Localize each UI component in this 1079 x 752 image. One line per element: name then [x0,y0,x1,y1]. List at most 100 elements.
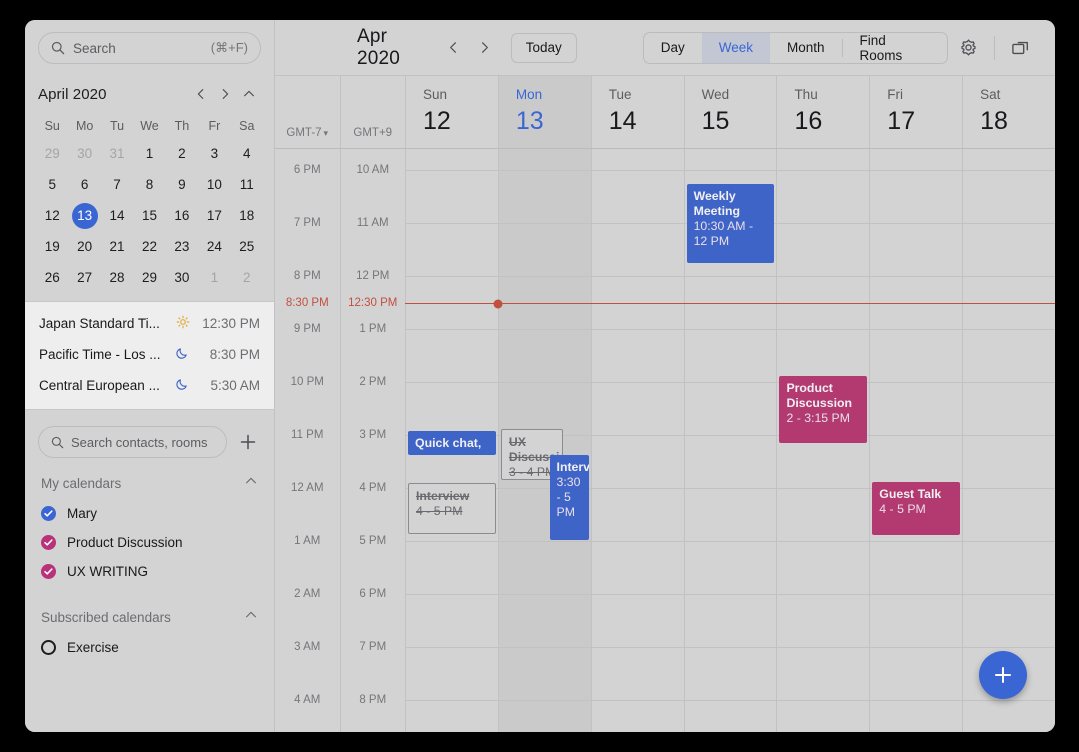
gear-icon[interactable] [948,31,988,65]
event-block[interactable]: Guest Talk 4 - 5 PM [872,482,961,535]
mini-calendar-day[interactable]: 19 [39,234,65,260]
mini-calendar-day[interactable]: 29 [39,141,65,167]
view-tab-find-rooms[interactable]: Find Rooms [843,33,947,63]
time-label-secondary: 3 PM [359,429,387,441]
hour-gridline [777,488,870,489]
view-tab-month[interactable]: Month [770,33,842,63]
day-column-thu[interactable]: Product Discussion 2 - 3:15 PM [776,149,870,732]
day-header-sat[interactable]: Sat 18 [962,76,1055,148]
today-button[interactable]: Today [510,32,577,63]
mini-calendar-day[interactable]: 26 [39,265,65,291]
day-column-fri[interactable]: Guest Talk 4 - 5 PM [869,149,963,732]
mini-calendar-day[interactable]: 20 [72,234,98,260]
mini-calendar-day[interactable]: 28 [104,265,130,291]
create-event-button[interactable] [979,651,1027,699]
timezone-row[interactable]: Japan Standard Ti... 12:30 PM [25,308,274,339]
calendar-item-mary[interactable]: Mary [25,499,274,528]
mini-calendar-day[interactable]: 10 [201,172,227,198]
mini-calendar-day[interactable]: 27 [72,265,98,291]
day-column-tue[interactable] [590,149,684,732]
mini-calendar-day[interactable]: 9 [169,172,195,198]
mini-calendar-day[interactable]: 17 [201,203,227,229]
event-block[interactable]: Weekly Meeting 10:30 AM - 12 PM [686,184,775,263]
mini-calendar-day[interactable]: 30 [169,265,195,291]
day-header-mon[interactable]: Mon 13 [497,76,591,148]
hour-gridline [406,541,498,542]
mini-calendar-day[interactable]: 22 [136,234,162,260]
mini-calendar-day[interactable]: 31 [104,141,130,167]
mini-calendar-day-selected[interactable]: 13 [71,203,98,229]
event-block[interactable]: Interview 4 - 5 PM [408,483,496,534]
day-column-sun[interactable]: Quick chat, Interview 4 - 5 PM [405,149,498,732]
view-tab-week[interactable]: Week [701,32,770,63]
calendar-checkbox-checked[interactable] [41,535,56,550]
day-column-wed[interactable]: Weekly Meeting 10:30 AM - 12 PM [683,149,777,732]
mini-calendar-day[interactable]: 18 [234,203,260,229]
mini-calendar-prev-icon[interactable] [189,82,213,106]
calendar-item-exercise[interactable]: Exercise [25,633,274,662]
gmt-left-label[interactable]: GMT-7 ▾ [275,76,340,148]
mini-calendar-day[interactable]: 21 [104,234,130,260]
add-calendar-button[interactable] [235,429,261,455]
day-header-tue[interactable]: Tue 14 [590,76,684,148]
hour-gridline [498,700,591,701]
mini-calendar-day[interactable]: 5 [39,172,65,198]
mini-calendar-next-icon[interactable] [213,82,237,106]
hour-gridline [591,435,684,436]
calendar-checkbox-checked[interactable] [41,506,56,521]
day-header-thu[interactable]: Thu 16 [776,76,869,148]
my-calendars-collapse-icon[interactable] [244,474,258,493]
mini-calendar-day[interactable]: 15 [136,203,162,229]
hour-gridline [963,276,1055,277]
calendar-checkbox-checked[interactable] [41,564,56,579]
hour-gridline [591,647,684,648]
mini-calendar-day[interactable]: 1 [136,141,162,167]
mini-calendar-day[interactable]: 24 [201,234,227,260]
day-header-date: 15 [701,107,730,135]
mini-calendar-day[interactable]: 8 [136,172,162,198]
mini-calendar-day[interactable]: 29 [136,265,162,291]
mini-calendar-day[interactable]: 11 [234,172,260,198]
prev-week-button[interactable] [439,34,467,62]
calendar-checkbox-unchecked[interactable] [41,640,56,655]
subscribed-calendars-header[interactable]: Subscribed calendars [25,586,274,633]
mini-calendar-day[interactable]: 3 [201,141,227,167]
event-block[interactable]: Product Discussion 2 - 3:15 PM [779,376,868,443]
mini-calendar-day[interactable]: 2 [169,141,195,167]
next-week-button[interactable] [471,34,499,62]
mini-calendar-day[interactable]: 2 [234,265,260,291]
event-block[interactable]: Interview3:30 - 5 PM [549,455,589,540]
mini-calendar-day[interactable]: 16 [169,203,195,229]
day-header-sun[interactable]: Sun 12 [405,76,498,148]
calendar-item-ux-writing[interactable]: UX WRITING [25,557,274,586]
mini-calendar-day[interactable]: 25 [234,234,260,260]
view-tab-day[interactable]: Day [644,33,702,63]
mini-calendar-day[interactable]: 12 [39,203,65,229]
event-block[interactable]: Quick chat, [408,431,496,455]
mini-calendar-day[interactable]: 7 [104,172,130,198]
hour-gridline [591,541,684,542]
mini-calendar-day[interactable]: 23 [169,234,195,260]
mini-calendar-day[interactable]: 4 [234,141,260,167]
day-header-wed[interactable]: Wed 15 [683,76,777,148]
mini-calendar-day[interactable]: 6 [72,172,98,198]
my-calendars-list: Mary Product Discussion UX WRITING [25,499,274,586]
open-in-new-window-icon[interactable] [1001,31,1041,65]
contacts-search-input[interactable]: Search contacts, rooms [38,426,227,458]
day-column-mon[interactable]: UX Discussion3 - 4 PMInterview3:30 - 5 P… [497,149,591,732]
day-header-fri[interactable]: Fri 17 [869,76,962,148]
timezone-row[interactable]: Central European ... 5:30 AM [25,370,274,401]
day-column-sat[interactable] [962,149,1055,732]
my-calendars-header[interactable]: My calendars [25,464,274,499]
mini-calendar-collapse-icon[interactable] [237,82,261,106]
event-title: Weekly Meeting [693,189,741,218]
calendar-item-product-discussion[interactable]: Product Discussion [25,528,274,557]
mini-calendar-day[interactable]: 30 [72,141,98,167]
subscribed-calendars-collapse-icon[interactable] [244,608,258,627]
search-input[interactable]: Search (⌘+F) [38,32,261,64]
time-label-secondary: 7 PM [359,641,387,653]
mini-calendar-day[interactable]: 14 [104,203,130,229]
time-label-local: 3 AM [294,641,321,653]
timezone-row[interactable]: Pacific Time - Los ... 8:30 PM [25,339,274,370]
mini-calendar-day[interactable]: 1 [201,265,227,291]
